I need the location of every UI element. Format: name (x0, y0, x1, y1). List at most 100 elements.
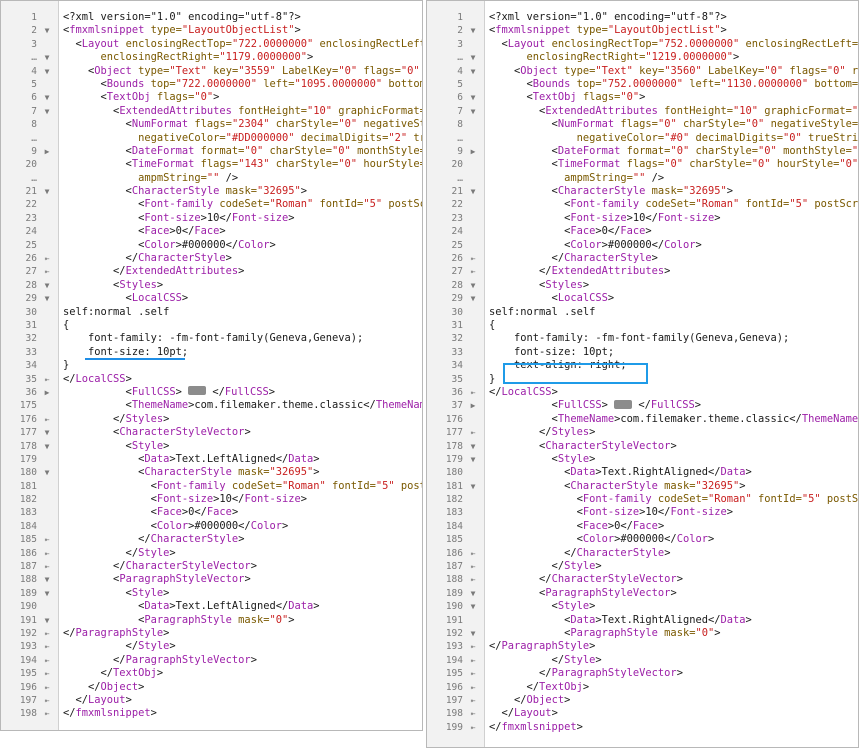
code-line[interactable]: 186 ⇤ </CharacterStyle> (427, 547, 858, 560)
fold-expanded-icon[interactable]: ▼ (467, 65, 479, 78)
code-line[interactable]: 3 <Layout enclosingRectTop="752.0000000"… (427, 38, 858, 51)
fold-expanded-icon[interactable]: ▼ (467, 91, 479, 104)
code-line[interactable]: 187 ⇤ </CharacterStyleVector> (1, 560, 422, 573)
code-line[interactable]: 33 font-size: 10pt; (427, 346, 858, 359)
fold-expanded-icon[interactable]: ▼ (467, 51, 479, 64)
fold-expanded-icon[interactable]: ▼ (467, 440, 479, 453)
code-line[interactable]: … ampmString="" /> (427, 172, 858, 185)
code-line[interactable]: 176 <ThemeName>com.filemaker.theme.class… (427, 413, 858, 426)
code-line[interactable]: … negativeColor="#0" decimalDigits="0" t… (427, 132, 858, 145)
code-line[interactable]: 29 ▼ <LocalCSS> (427, 292, 858, 305)
code-line[interactable]: 192 ▼ <ParagraphStyle mask="0"> (427, 627, 858, 640)
code-line[interactable]: 191 <Data>Text.RightAligned</Data> (427, 614, 858, 627)
code-line[interactable]: 1 <?xml version="1.0" encoding="utf-8"?> (1, 11, 422, 24)
code-line[interactable]: … ▼ enclosingRectRight="1179.0000000"> (1, 51, 422, 64)
code-line[interactable]: 25 <Color>#000000</Color> (427, 239, 858, 252)
code-line[interactable]: 185 ⇤ </CharacterStyle> (1, 533, 422, 546)
code-line[interactable]: 2 ▼ <fmxmlsnippet type="LayoutObjectList"> (427, 24, 858, 37)
code-line[interactable]: 36 ⇤ </LocalCSS> (427, 386, 858, 399)
code-line[interactable]: 192 ⇤ </ParagraphStyle> (1, 627, 422, 640)
fold-expanded-icon[interactable]: ▼ (41, 426, 53, 439)
fold-expanded-icon[interactable]: ▼ (467, 600, 479, 613)
fold-expanded-icon[interactable]: ▼ (467, 105, 479, 118)
code-line[interactable]: 177 ▼ <CharacterStyleVector> (1, 426, 422, 439)
code-line[interactable]: 26 ⇤ </CharacterStyle> (427, 252, 858, 265)
code-line[interactable]: 31 { (1, 319, 422, 332)
code-line[interactable]: 185 <Color>#000000</Color> (427, 533, 858, 546)
code-line[interactable]: 190 <Data>Text.LeftAligned</Data> (1, 600, 422, 613)
code-line[interactable]: 37 ▶ <FullCSS> </FullCSS> (427, 399, 858, 412)
code-line[interactable]: 186 ⇤ </Style> (1, 547, 422, 560)
code-line[interactable]: 195 ⇤ </ParagraphStyleVector> (427, 667, 858, 680)
code-line[interactable]: 20 <TimeFormat flags="143" charStyle="0"… (1, 158, 422, 171)
code-line[interactable]: 184 <Color>#000000</Color> (1, 520, 422, 533)
code-line[interactable]: 21 ▼ <CharacterStyle mask="32695"> (1, 185, 422, 198)
code-line[interactable]: 36 ▶ <FullCSS> </FullCSS> (1, 386, 422, 399)
code-line[interactable]: 28 ▼ <Styles> (1, 279, 422, 292)
code-line[interactable]: 20 <TimeFormat flags="0" charStyle="0" h… (427, 158, 858, 171)
code-line[interactable]: 191 ▼ <ParagraphStyle mask="0"> (1, 614, 422, 627)
code-line[interactable]: 7 ▼ <ExtendedAttributes fontHeight="10" g… (427, 105, 858, 118)
fold-expanded-icon[interactable]: ▼ (41, 440, 53, 453)
code-line[interactable]: 184 <Face>0</Face> (427, 520, 858, 533)
fold-collapsed-icon[interactable]: ▶ (467, 399, 479, 412)
code-line[interactable]: 4 ▼ <Object type="Text" key="3560" LabelK… (427, 65, 858, 78)
code-line[interactable]: 179 <Data>Text.LeftAligned</Data> (1, 453, 422, 466)
code-line[interactable]: 198 ⇤ </Layout> (427, 707, 858, 720)
code-line[interactable]: 178 ▼ <CharacterStyleVector> (427, 440, 858, 453)
fold-expanded-icon[interactable]: ▼ (41, 105, 53, 118)
fold-collapsed-icon[interactable]: ▶ (41, 386, 53, 399)
code-line[interactable]: 177 ⇤ </Styles> (427, 426, 858, 439)
code-line[interactable]: … ampmString="" /> (1, 172, 422, 185)
code-line[interactable]: 1 <?xml version="1.0" encoding="utf-8"?> (427, 11, 858, 24)
code-line[interactable]: 22 <Font-family codeSet="Roman" fontId="… (427, 198, 858, 211)
code-line[interactable]: 198 ⇤ </fmxmlsnippet> (1, 707, 422, 720)
fold-expanded-icon[interactable]: ▼ (41, 185, 53, 198)
code-line[interactable]: 189 ▼ <ParagraphStyleVector> (427, 587, 858, 600)
code-line[interactable]: 176 ⇤ </Styles> (1, 413, 422, 426)
fold-expanded-icon[interactable]: ▼ (41, 91, 53, 104)
code-line[interactable]: 193 ⇤ </Style> (1, 640, 422, 653)
code-line[interactable]: 33 font-size: 10pt; (1, 346, 422, 359)
fold-expanded-icon[interactable]: ▼ (467, 480, 479, 493)
code-line[interactable]: 189 ▼ <Style> (1, 587, 422, 600)
collapsed-content-ellipsis-icon[interactable] (188, 386, 207, 396)
code-line[interactable]: 22 <Font-family codeSet="Roman" fontId="… (1, 198, 422, 211)
code-line[interactable]: 34} (1, 359, 422, 372)
code-line[interactable]: 193 ⇤ </ParagraphStyle> (427, 640, 858, 653)
code-line[interactable]: 31 { (427, 319, 858, 332)
code-line[interactable]: 181 <Font-family codeSet="Roman" fontId=… (1, 480, 422, 493)
code-line[interactable]: 180 <Data>Text.RightAligned</Data> (427, 466, 858, 479)
code-line[interactable]: 24 <Face>0</Face> (1, 225, 422, 238)
code-line[interactable]: 32 font-family: -fm-font-family(Geneva,G… (427, 332, 858, 345)
fold-collapsed-icon[interactable]: ▶ (41, 145, 53, 158)
code-line[interactable]: 24 <Face>0</Face> (427, 225, 858, 238)
fold-expanded-icon[interactable]: ▼ (41, 587, 53, 600)
code-line[interactable]: 25 <Color>#000000</Color> (1, 239, 422, 252)
code-line[interactable]: 26 ⇤ </CharacterStyle> (1, 252, 422, 265)
code-line[interactable]: 197 ⇤ </Layout> (1, 694, 422, 707)
fold-expanded-icon[interactable]: ▼ (467, 24, 479, 37)
code-line[interactable]: 178 ▼ <Style> (1, 440, 422, 453)
fold-expanded-icon[interactable]: ▼ (41, 292, 53, 305)
code-line[interactable]: 30 self:normal .self (427, 306, 858, 319)
code-line[interactable]: 188 ⇤ </CharacterStyleVector> (427, 573, 858, 586)
code-line[interactable]: 6 ▼ <TextObj flags="0"> (427, 91, 858, 104)
code-line[interactable]: 5 <Bounds top="752.0000000" left="1130.0… (427, 78, 858, 91)
fold-expanded-icon[interactable]: ▼ (467, 587, 479, 600)
code-line[interactable]: 4 ▼ <Object type="Text" key="3559" LabelK… (1, 65, 422, 78)
code-line[interactable]: 183 <Face>0</Face> (1, 506, 422, 519)
code-line[interactable]: 30 self:normal .self (1, 306, 422, 319)
fold-expanded-icon[interactable]: ▼ (41, 573, 53, 586)
code-line[interactable]: 183 <Font-size>10</Font-size> (427, 506, 858, 519)
fold-expanded-icon[interactable]: ▼ (467, 279, 479, 292)
code-line[interactable]: 187 ⇤ </Style> (427, 560, 858, 573)
code-line[interactable]: 188 ▼ <ParagraphStyleVector> (1, 573, 422, 586)
code-line[interactable]: 195 ⇤ </TextObj> (1, 667, 422, 680)
code-line[interactable]: 5 <Bounds top="722.0000000" left="1095.0… (1, 78, 422, 91)
code-line[interactable]: 23 <Font-size>10</Font-size> (1, 212, 422, 225)
code-line[interactable]: 181 ▼ <CharacterStyle mask="32695"> (427, 480, 858, 493)
fold-expanded-icon[interactable]: ▼ (467, 453, 479, 466)
code-line[interactable]: 2 ▼ <fmxmlsnippet type="LayoutObjectList"> (1, 24, 422, 37)
code-line[interactable]: 29 ▼ <LocalCSS> (1, 292, 422, 305)
